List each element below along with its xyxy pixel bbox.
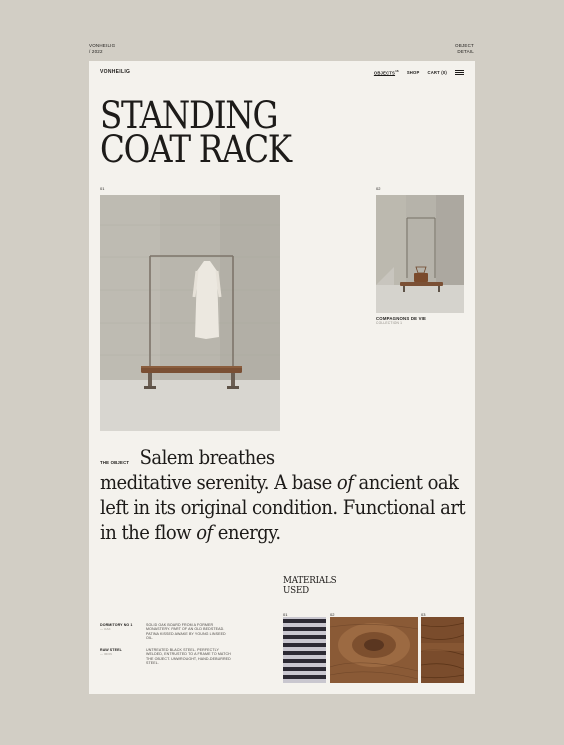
nav-objects-label: OBJECTS <box>373 70 396 76</box>
outer-meta-line1: OBJECT <box>455 43 474 48</box>
outer-brand-name: VONHEILIG <box>89 43 116 48</box>
main-nav: OBJECTS16 SHOP CART (0) <box>374 69 464 75</box>
gallery-index-2: 02 <box>376 186 381 191</box>
materials-title: MATERIALS USED <box>283 576 337 596</box>
material-swatch-oak-grain[interactable] <box>330 617 418 683</box>
page-title-line2: COAT RACK <box>100 128 292 171</box>
object-statement: Salem breathes meditative serenity. A ba… <box>100 445 466 545</box>
materials-title-line2: USED <box>283 584 310 596</box>
nav-objects[interactable]: OBJECTS16 <box>374 69 399 75</box>
statement-line-4-tail: energy. <box>212 520 281 544</box>
statement-line-3: left in its original condition. Function… <box>100 495 466 519</box>
material-sub: — IRON <box>100 652 112 657</box>
statement-line-2-text: meditative serenity. A base <box>100 470 337 494</box>
material-swatch-steel[interactable] <box>283 617 326 683</box>
nav-cart[interactable]: CART (0) <box>427 70 447 75</box>
gallery-index-1: 01 <box>100 186 105 191</box>
site-logo[interactable]: VONHEILIG <box>100 69 130 75</box>
statement-line-2-em: of <box>336 470 354 494</box>
coat-rack-photo-main[interactable] <box>100 195 280 431</box>
outer-meta-line2: DETAIL <box>457 48 474 54</box>
gallery-subcaption: COLLECTION 1 <box>376 321 403 325</box>
hamburger-menu-icon[interactable] <box>455 69 464 75</box>
material-sub: — OAK <box>100 627 111 632</box>
statement-line-4-text: in the flow <box>100 520 197 544</box>
nav-shop[interactable]: SHOP <box>407 70 420 75</box>
page-card: VONHEILIG OBJECTS16 SHOP CART (0) STANDI… <box>89 61 475 694</box>
material-swatch-oak-weathered[interactable] <box>421 617 464 683</box>
material-name: DORMITORY NO 1— OAK <box>100 623 140 632</box>
statement-line-4: in the flow of energy. <box>100 520 438 545</box>
outer-meta: OBJECT DETAIL <box>455 43 474 54</box>
outer-brand: VONHEILIG / 2022 <box>89 43 115 54</box>
statement-line-2: meditative serenity. A base of ancient o… <box>100 470 459 495</box>
statement-line-1: Salem breathes <box>139 445 275 469</box>
statement-line-2-tail: ancient oak <box>353 470 459 494</box>
outer-brand-year: / 2022 <box>89 48 103 54</box>
page-title: STANDING COAT RACK <box>100 97 292 171</box>
material-name: RAW STEEL — IRON <box>100 648 140 657</box>
coat-rack-photo-secondary[interactable] <box>376 195 464 313</box>
material-description: SOLID OAK BOARD FROM A FORMER MONASTERY.… <box>146 623 226 640</box>
nav-objects-count: 16 <box>395 69 399 73</box>
material-description: UNTREATED BLACK STEEL. PERFECTLY WELDED,… <box>146 648 231 665</box>
statement-line-4-em: of <box>196 520 213 544</box>
